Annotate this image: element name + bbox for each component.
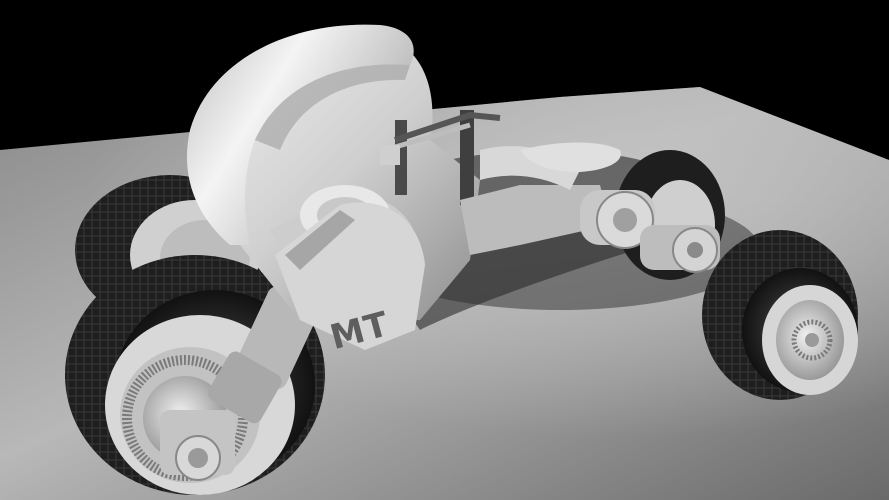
front-wheel-front	[702, 230, 858, 400]
render-viewport: MT	[0, 24, 889, 500]
